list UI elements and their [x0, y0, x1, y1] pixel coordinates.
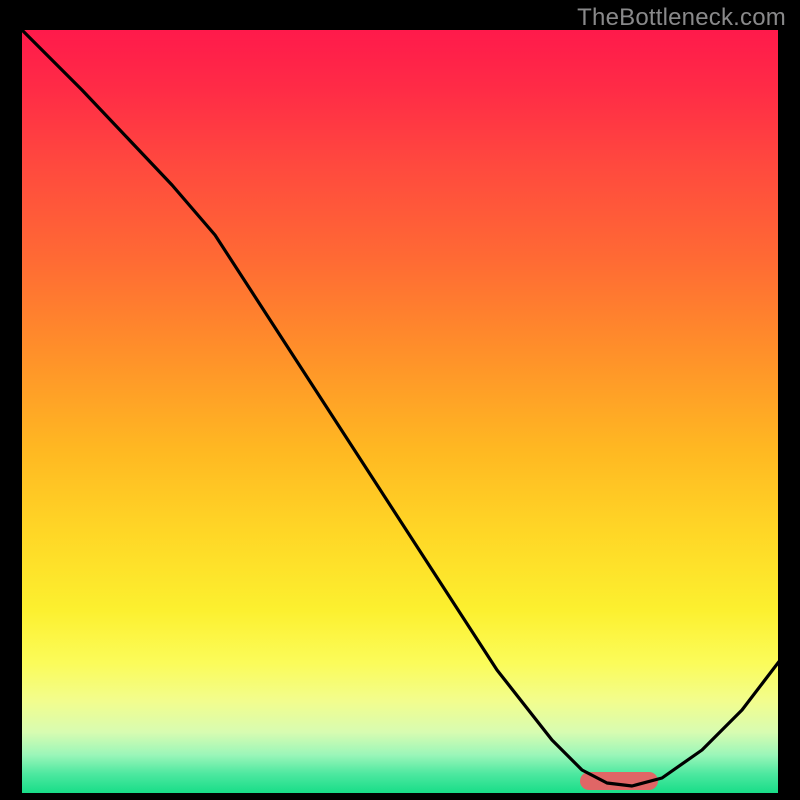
watermark-label: TheBottleneck.com — [577, 4, 786, 32]
bottleneck-curve — [22, 30, 778, 793]
curve-path — [22, 30, 778, 786]
chart-frame — [15, 30, 785, 800]
plot-area — [22, 30, 778, 793]
